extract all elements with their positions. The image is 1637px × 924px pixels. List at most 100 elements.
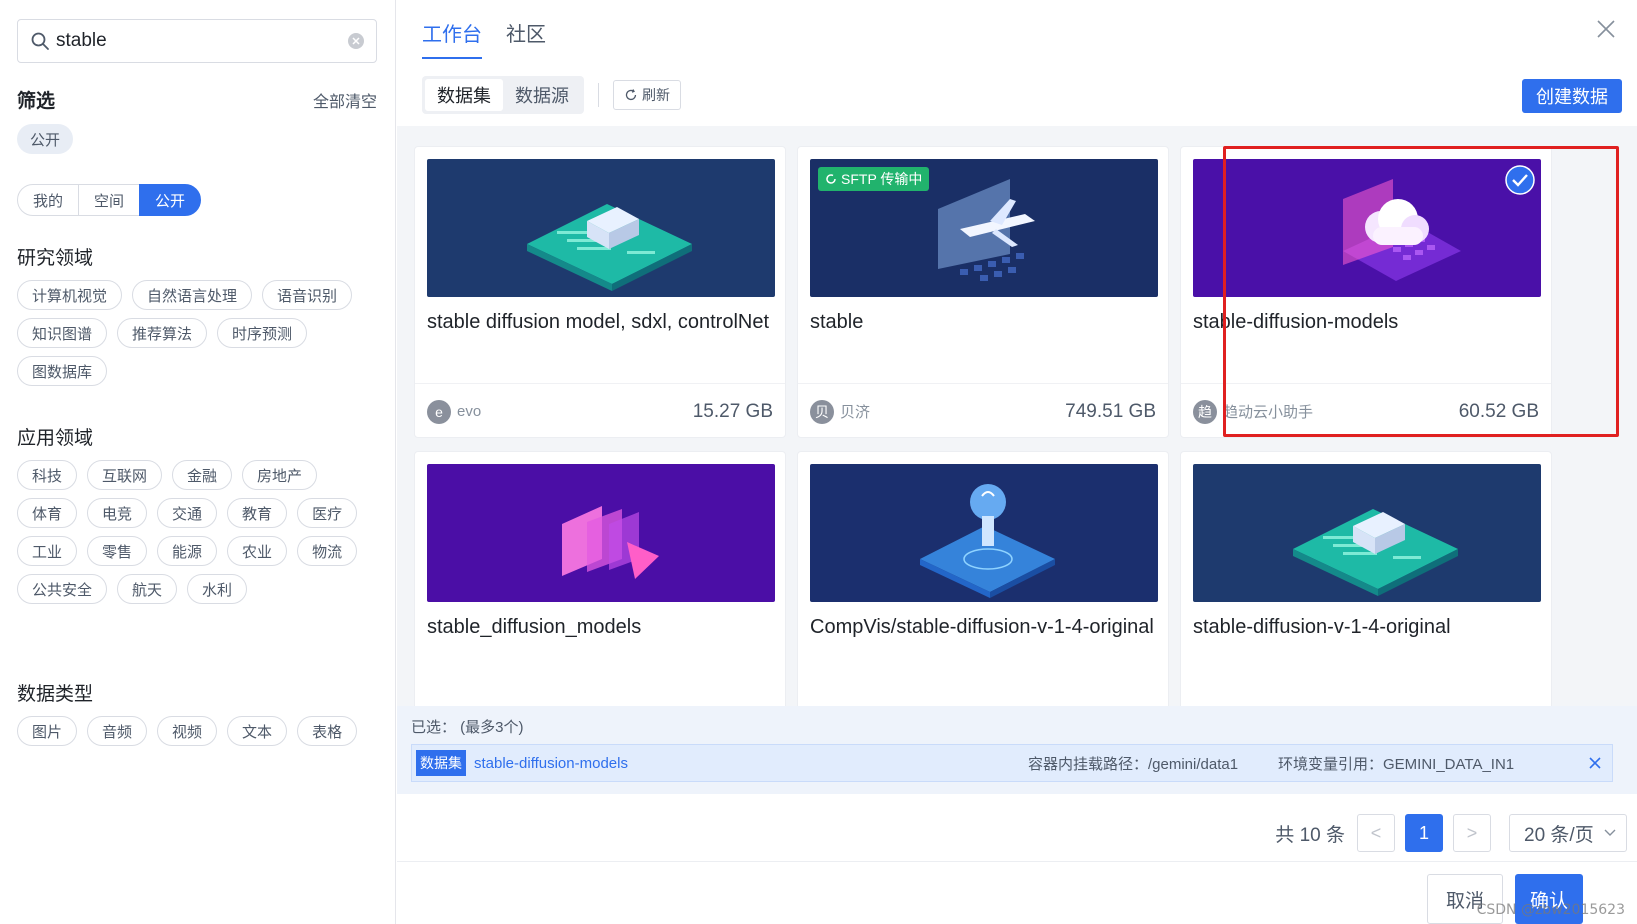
page-1-button[interactable]: 1 <box>1405 814 1443 852</box>
page-size-value: 20 条/页 <box>1524 824 1594 846</box>
card-footer: e evo 15.27 GB <box>415 383 785 439</box>
dataset-card[interactable]: CompVis/stable-diffusion-v-1-4-original <box>797 451 1169 706</box>
filter-tag[interactable]: 医疗 <box>297 498 358 528</box>
refresh-icon <box>625 89 637 101</box>
create-data-button[interactable]: 创建数据 <box>1522 79 1622 113</box>
subtab-datasource[interactable]: 数据源 <box>503 79 581 111</box>
dataset-card[interactable]: stable-diffusion-models 趋趋动云小助手 60.52 GB <box>1180 146 1552 438</box>
filter-tag[interactable]: 零售 <box>87 536 148 566</box>
filter-tag[interactable]: 文本 <box>227 716 288 746</box>
dataset-name: stable-diffusion-v-1-4-original <box>1193 616 1451 638</box>
filter-tag[interactable]: 时序预测 <box>217 318 308 348</box>
selected-check-icon <box>1505 165 1535 195</box>
filter-tag[interactable]: 语音识别 <box>262 280 353 310</box>
dataset-card[interactable]: stable-diffusion-v-1-4-original <box>1180 451 1552 706</box>
dataset-name: stable-diffusion-models <box>1193 311 1399 333</box>
selected-label: 已选： (最多3个) <box>411 719 524 736</box>
remove-selected-icon[interactable] <box>1588 756 1602 770</box>
pagination: 共 10 条 < 1 > 20 条/页 <box>1275 814 1627 852</box>
data-type-title: 数据类型 <box>17 684 94 705</box>
filter-tag[interactable]: 计算机视觉 <box>17 280 123 310</box>
dataset-thumbnail <box>427 464 775 602</box>
filter-tag[interactable]: 互联网 <box>87 460 163 490</box>
search-input[interactable] <box>56 30 348 52</box>
filter-tag[interactable]: 公共安全 <box>17 574 108 604</box>
dataset-size: 15.27 GB <box>692 400 773 422</box>
dataset-name: stable diffusion model, sdxl, controlNet <box>427 311 770 333</box>
filter-tag[interactable]: 房地产 <box>242 460 318 490</box>
dataset-grid: stable-diffusion-v-1-4-original CompVis/… <box>397 126 1637 706</box>
research-area-tags: 计算机视觉 自然语言处理 语音识别知识图谱 推荐算法 时序预测图数据库 <box>17 280 387 386</box>
prev-page-button[interactable]: < <box>1357 814 1395 852</box>
avatar: 趋 <box>1193 399 1217 424</box>
filter-tag[interactable]: 图片 <box>17 716 78 746</box>
subtab-dataset[interactable]: 数据集 <box>425 79 503 111</box>
dataset-thumbnail <box>427 159 775 297</box>
source-switch: 数据集 数据源 <box>422 76 584 114</box>
filter-tag[interactable]: 航天 <box>117 574 178 604</box>
scope-public[interactable]: 公开 <box>139 184 201 216</box>
owner-name: 贝济 <box>840 404 871 421</box>
dataset-name: CompVis/stable-diffusion-v-1-4-original <box>810 616 1154 638</box>
dataset-owner: e evo <box>427 399 481 424</box>
refresh-button[interactable]: 刷新 <box>613 80 681 110</box>
clear-search-icon[interactable] <box>348 33 364 49</box>
search-box[interactable] <box>17 19 377 63</box>
scope-space[interactable]: 空间 <box>78 184 140 216</box>
scope-segmented-control: 我的 空间 公开 <box>17 184 201 216</box>
scope-mine[interactable]: 我的 <box>17 184 79 216</box>
research-area-title: 研究领域 <box>17 248 94 269</box>
dataset-owner: 趋趋动云小助手 <box>1193 399 1313 424</box>
dataset-card[interactable]: stable diffusion model, sdxl, controlNet… <box>414 146 786 438</box>
dataset-thumbnail: SFTP 传输中 <box>810 159 1158 297</box>
dataset-name: stable <box>810 311 864 333</box>
dataset-picker-dialog: 工作台 社区 数据集 数据源 刷新 创建数据 stable-diffusion-… <box>397 0 1637 924</box>
next-page-button[interactable]: > <box>1453 814 1491 852</box>
total-count: 共 10 条 <box>1275 824 1345 846</box>
active-filter-chip[interactable]: 公开 <box>17 124 74 154</box>
dataset-thumbnail <box>1193 464 1541 602</box>
application-area-title: 应用领域 <box>17 428 94 449</box>
filter-tag[interactable]: 推荐算法 <box>117 318 208 348</box>
watermark: CSDN @zbw2015623 <box>1476 902 1625 918</box>
filter-tag[interactable]: 农业 <box>227 536 288 566</box>
filter-tag[interactable]: 音频 <box>87 716 148 746</box>
filter-tag[interactable]: 电竞 <box>87 498 148 528</box>
clear-all-link[interactable]: 全部清空 <box>313 88 377 112</box>
top-tabs: 工作台 社区 <box>422 18 546 59</box>
footer-divider <box>397 861 1637 862</box>
page-size-select[interactable]: 20 条/页 <box>1509 814 1627 852</box>
divider <box>598 83 599 107</box>
dataset-card[interactable]: SFTP 传输中 stable 贝贝济 749.51 GB <box>797 146 1169 438</box>
badge-label: SFTP 传输中 <box>841 171 923 187</box>
filter-tag[interactable]: 知识图谱 <box>17 318 108 348</box>
dataset-size: 749.51 GB <box>1065 400 1156 422</box>
filter-tag[interactable]: 物流 <box>297 536 358 566</box>
filter-tag[interactable]: 教育 <box>227 498 288 528</box>
filter-tag[interactable]: 金融 <box>172 460 233 490</box>
card-footer: 贝贝济 749.51 GB <box>798 383 1168 439</box>
filter-tag[interactable]: 科技 <box>17 460 78 490</box>
filter-tag[interactable]: 自然语言处理 <box>132 280 253 310</box>
filter-tag[interactable]: 水利 <box>187 574 248 604</box>
mount-path: 容器内挂载路径：/gemini/data1 <box>1028 755 1239 773</box>
filter-tag[interactable]: 图数据库 <box>17 356 108 386</box>
filter-tag[interactable]: 交通 <box>157 498 218 528</box>
filter-tag[interactable]: 工业 <box>17 536 78 566</box>
chevron-down-icon <box>1604 829 1616 836</box>
selected-panel: 已选： (最多3个) 数据集 stable-diffusion-models 容… <box>397 706 1637 794</box>
avatar: e <box>427 399 451 424</box>
application-area-tags: 科技 互联网 金融 房地产体育 电竞 交通 教育 医疗工业 零售 能源 农业 物流公共安全 航天 水利 <box>17 460 387 604</box>
selected-type-badge: 数据集 <box>416 750 466 776</box>
dataset-card[interactable]: stable_diffusion_models <box>414 451 786 706</box>
tab-community[interactable]: 社区 <box>506 18 546 59</box>
close-icon[interactable] <box>1595 18 1617 40</box>
filter-tag[interactable]: 能源 <box>157 536 218 566</box>
selected-name-link[interactable]: stable-diffusion-models <box>474 755 628 772</box>
filter-tag[interactable]: 表格 <box>297 716 358 746</box>
filter-header: 筛选 全部清空 <box>17 86 377 113</box>
filter-tag[interactable]: 视频 <box>157 716 218 746</box>
filter-tag[interactable]: 体育 <box>17 498 78 528</box>
tab-workbench[interactable]: 工作台 <box>422 18 482 59</box>
selected-item: 数据集 stable-diffusion-models 容器内挂载路径：/gem… <box>411 744 1613 782</box>
